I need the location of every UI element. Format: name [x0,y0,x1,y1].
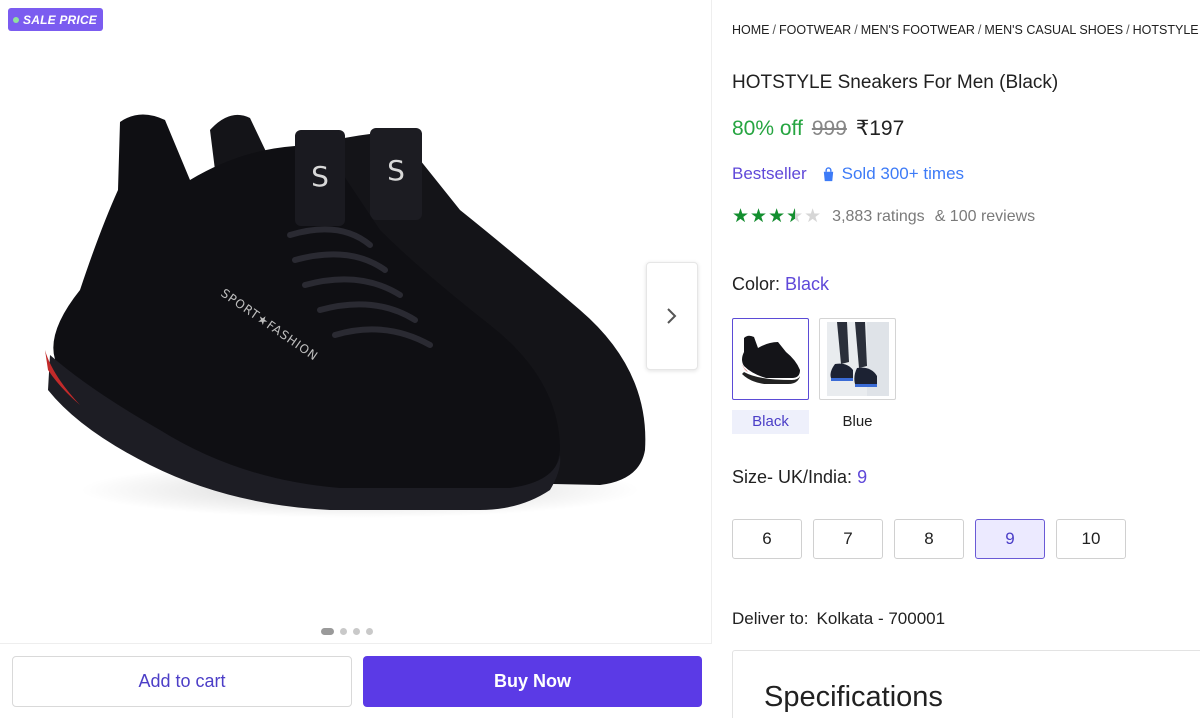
product-title: HOTSTYLE Sneakers For Men (Black) [732,72,1059,93]
size-heading: Size- UK/India: 9 [732,467,867,488]
sale-price-badge: SALE PRICE [8,8,104,31]
product-details: HOME / FOOTWEAR / MEN'S FOOTWEAR / MEN'S CASUA… [732,0,1200,718]
breadcrumb-footwear[interactable]: FOOTWEAR [779,23,851,37]
purchase-action-bar: Add to cart Buy Now [0,643,712,718]
color-thumbnail-blue [819,318,896,400]
size-option-10[interactable]: 10 [1056,519,1126,559]
badge-dot-icon [13,16,19,23]
bestseller-badge: Bestseller [732,164,807,183]
size-option-7[interactable]: 7 [813,519,883,559]
sold-count-label: Sold 300+ times [841,164,965,183]
selling-price: ₹197 [855,117,905,140]
size-option-9[interactable]: 9 [975,519,1045,559]
selected-color: Black [785,274,830,294]
delivery-location[interactable]: Deliver to: Kolkata - 700001 [732,609,945,629]
discount-percent: 80% off [732,117,803,140]
selected-size: 9 [857,467,868,487]
product-gallery: SALE PRICE S S SPORT★FASHION Add to cart… [0,0,712,718]
sold-count-badge: Sold 300+ times [821,164,964,184]
product-image-sneakers[interactable]: S S SPORT★FASHION [40,70,660,540]
breadcrumb-home[interactable]: HOME [732,23,770,37]
star-rating: ★★★★★ ★★★★★ [732,207,822,226]
color-label: Color: [732,274,781,294]
shopping-bag-icon [823,166,833,181]
ratings-count: 3,883 ratings [832,207,925,225]
color-heading: Color: Black [732,274,829,295]
delivery-address: Kolkata - 700001 [816,609,946,628]
reviews-count: & 100 reviews [934,207,1036,225]
chevron-right-icon [667,308,677,324]
color-options: Black Blue [732,318,896,434]
pagination-dot[interactable] [340,628,347,635]
sale-badge-label: SALE PRICE [23,12,98,27]
deliver-to-label: Deliver to: [732,609,809,628]
specifications-section: Specifications [732,650,1200,718]
buy-now-button[interactable]: Buy Now [363,656,702,707]
color-option-label: Blue [842,413,873,430]
color-option-label: Black [732,410,809,434]
size-options: 6 7 8 9 10 [732,519,1126,559]
original-price: 999 [811,117,847,140]
rating-row[interactable]: ★★★★★ ★★★★★ 3,883 ratings & 100 reviews [732,207,1035,226]
price-row: 80% off 999 ₹197 [732,116,904,141]
size-option-6[interactable]: 6 [732,519,802,559]
color-option-black[interactable]: Black [732,318,809,434]
star-rating-filled-icon: ★★★★★ [732,207,795,226]
breadcrumb-brand[interactable]: HOTSTYLE [1133,23,1199,37]
next-image-button[interactable] [646,262,698,370]
add-to-cart-button[interactable]: Add to cart [12,656,352,707]
specifications-heading: Specifications [764,681,943,713]
breadcrumb-mens-casual-shoes[interactable]: MEN'S CASUAL SHOES [984,23,1123,37]
black-sneaker-thumbnail [741,335,800,384]
svg-text:S: S [387,154,405,187]
breadcrumb-mens-footwear[interactable]: MEN'S FOOTWEAR [861,23,975,37]
pagination-dot[interactable] [321,628,334,635]
pagination-dot[interactable] [353,628,360,635]
size-option-8[interactable]: 8 [894,519,964,559]
svg-text:S: S [311,160,329,193]
image-pagination [321,628,373,635]
color-option-blue[interactable]: Blue [819,318,896,434]
blue-sneaker-thumbnail [826,322,889,396]
product-badges: Bestseller Sold 300+ times [732,164,964,184]
size-label: Size- UK/India: [732,467,853,487]
breadcrumb: HOME / FOOTWEAR / MEN'S FOOTWEAR / MEN'S CASUA… [732,23,1199,37]
pagination-dot[interactable] [366,628,373,635]
color-thumbnail-black [732,318,809,400]
